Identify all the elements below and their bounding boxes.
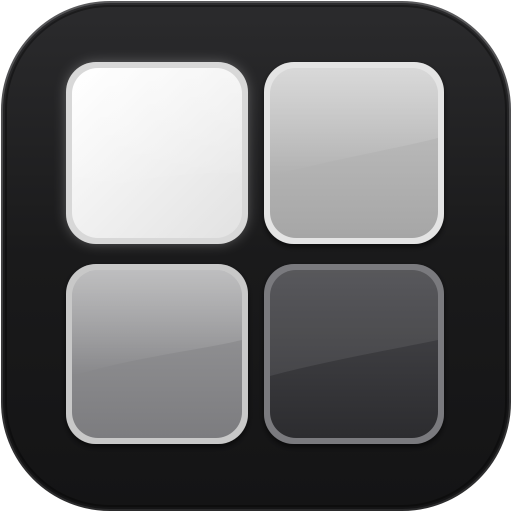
app-icon-graphic [1,1,511,511]
tile-top-left [66,62,248,244]
tile-bottom-left [66,264,248,444]
app-icon[interactable] [0,0,512,512]
tile-bottom-right [264,264,444,444]
tile-top-right [264,62,444,244]
